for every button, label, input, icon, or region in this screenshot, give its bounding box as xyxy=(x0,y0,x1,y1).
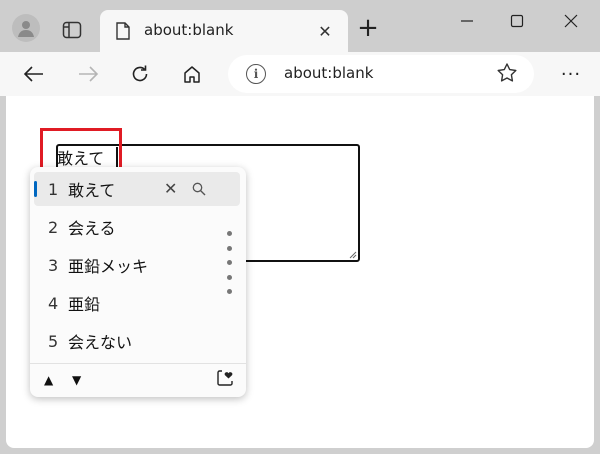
favorite-add-icon[interactable] xyxy=(216,369,234,391)
remove-candidate-button[interactable]: ✕ xyxy=(164,179,177,198)
search-icon[interactable] xyxy=(192,181,206,200)
next-page-button[interactable]: ▼ xyxy=(72,373,81,387)
candidate-number: 2 xyxy=(48,217,59,237)
settings-more-button[interactable]: ··· xyxy=(556,58,586,90)
ime-candidate-window: 1 敢えて ✕ 2 会える 3 亜鉛メッキ 4 亜鉛 5 会えない ▲ ▼ xyxy=(30,167,246,397)
candidate-text: 亜鉛 xyxy=(68,295,101,314)
maximize-button[interactable] xyxy=(502,6,532,36)
candidate-number: 5 xyxy=(48,331,59,351)
profile-icon[interactable] xyxy=(12,14,40,42)
page-indicator-dots xyxy=(227,231,233,304)
new-tab-button[interactable]: + xyxy=(356,15,380,41)
tab-title: about:blank xyxy=(144,21,234,39)
tab-actions-icon[interactable] xyxy=(58,16,86,44)
selection-indicator xyxy=(34,181,37,197)
refresh-icon[interactable] xyxy=(124,58,156,90)
candidate-text: 敢えて xyxy=(68,181,116,200)
home-icon[interactable] xyxy=(176,58,208,90)
candidate-item-3[interactable]: 3 亜鉛メッキ xyxy=(34,248,240,282)
candidate-text: 会えない xyxy=(68,333,133,352)
minimize-button[interactable] xyxy=(452,6,482,36)
candidate-number: 4 xyxy=(48,293,59,313)
candidate-item-1[interactable]: 1 敢えて ✕ xyxy=(34,172,240,206)
favorite-star-icon[interactable] xyxy=(496,62,518,88)
ime-divider xyxy=(30,363,246,364)
previous-page-button[interactable]: ▲ xyxy=(44,373,53,387)
forward-icon[interactable] xyxy=(72,58,104,90)
candidate-number: 1 xyxy=(48,179,59,199)
browser-toolbar: i about:blank ··· xyxy=(0,52,600,96)
candidate-text: 会える xyxy=(68,219,116,238)
candidate-item-4[interactable]: 4 亜鉛 xyxy=(34,286,240,320)
candidate-number: 3 xyxy=(48,255,59,275)
resize-grip-icon[interactable] xyxy=(349,251,357,259)
candidate-text: 亜鉛メッキ xyxy=(68,257,149,276)
info-icon[interactable]: i xyxy=(246,64,266,84)
address-bar[interactable]: i about:blank xyxy=(228,55,534,93)
page-icon xyxy=(116,22,130,44)
title-bar: about:blank ✕ + xyxy=(0,0,600,52)
close-window-button[interactable] xyxy=(556,6,586,36)
tab-about-blank[interactable]: about:blank ✕ xyxy=(100,10,348,52)
back-icon[interactable] xyxy=(18,58,50,90)
candidate-item-5[interactable]: 5 会えない xyxy=(34,324,240,358)
address-url[interactable]: about:blank xyxy=(284,64,373,82)
tab-close-button[interactable]: ✕ xyxy=(312,18,338,44)
candidate-item-2[interactable]: 2 会える xyxy=(34,210,240,244)
